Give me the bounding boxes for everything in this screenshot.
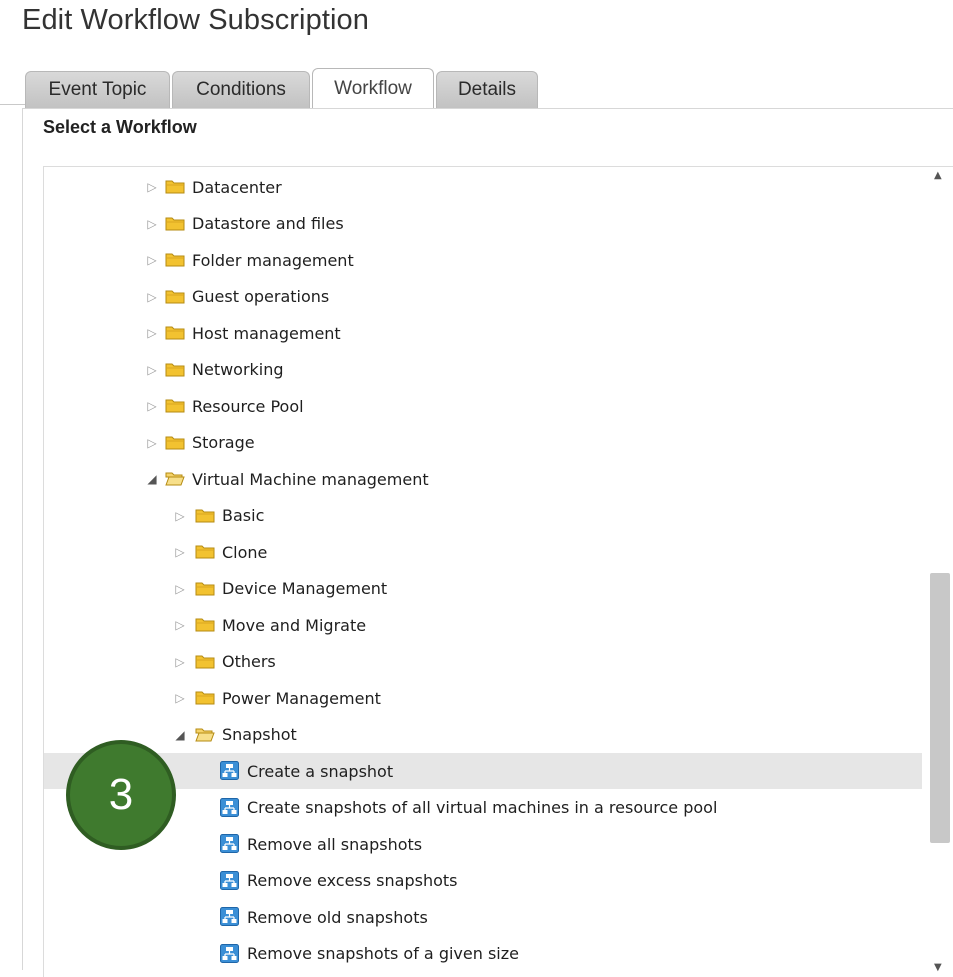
tree-folder-row[interactable]: ◢ Virtual Machine management bbox=[44, 461, 922, 497]
tree-folder-row[interactable]: ▷ Storage bbox=[44, 425, 922, 461]
tree-folder-row[interactable]: ▷ Folder management bbox=[44, 242, 922, 278]
collapsed-triangle-icon[interactable]: ▷ bbox=[174, 654, 186, 670]
tree-item-label: Power Management bbox=[222, 688, 381, 708]
workflow-icon bbox=[220, 797, 239, 817]
folder-icon bbox=[165, 178, 185, 194]
expanded-triangle-icon[interactable]: ◢ bbox=[146, 471, 158, 487]
tree-item-label: Folder management bbox=[192, 250, 354, 270]
tree-item-label: Datacenter bbox=[192, 177, 282, 197]
workflow-icon bbox=[220, 943, 239, 963]
tree-item-label: Networking bbox=[192, 360, 284, 379]
tree-workflow-row[interactable]: Remove snapshots of a given size bbox=[44, 936, 922, 972]
tab-details[interactable]: Details bbox=[436, 71, 538, 108]
tree-folder-row[interactable]: ▷ Power Management bbox=[44, 680, 922, 716]
folder-icon bbox=[195, 543, 215, 559]
workflow-icon bbox=[220, 834, 239, 853]
folder-icon bbox=[165, 470, 185, 486]
tree-workflow-row[interactable]: Remove old snapshots bbox=[44, 899, 922, 935]
collapsed-triangle-icon[interactable]: ▷ bbox=[146, 179, 158, 195]
tree-item-label: Others bbox=[222, 652, 276, 671]
tree-item-label: Remove excess snapshots bbox=[247, 871, 458, 890]
tree-folder-row[interactable]: ▷ Move and Migrate bbox=[44, 607, 922, 643]
tree-folder-row[interactable]: ▷ Basic bbox=[44, 498, 922, 534]
tree-folder-row[interactable]: ▷ Others bbox=[44, 644, 922, 680]
tree-item-label: Basic bbox=[222, 506, 265, 525]
folder-icon bbox=[195, 507, 215, 523]
vertical-scrollbar[interactable]: ▲ ▼ bbox=[924, 167, 953, 977]
collapsed-triangle-icon[interactable]: ▷ bbox=[174, 617, 186, 633]
divider bbox=[0, 104, 25, 105]
folder-icon bbox=[165, 215, 185, 231]
tree-item-label: Host management bbox=[192, 323, 341, 343]
folder-icon bbox=[195, 580, 215, 596]
tree-item-label: Remove snapshots of a given size bbox=[247, 944, 519, 963]
collapsed-triangle-icon[interactable]: ▷ bbox=[146, 398, 158, 414]
collapsed-triangle-icon[interactable]: ▷ bbox=[174, 690, 186, 706]
folder-icon bbox=[165, 251, 185, 267]
tree-item-label: Storage bbox=[192, 433, 255, 452]
folder-icon bbox=[195, 689, 215, 705]
step-number-badge: 3 bbox=[66, 740, 176, 850]
workflow-icon bbox=[220, 761, 239, 780]
tree-folder-row[interactable]: ▷ Host management bbox=[44, 315, 922, 351]
tree-item-label: Guest operations bbox=[192, 287, 330, 306]
workflow-panel: Select a Workflow ▷ Datacenter ▷ Datastore … bbox=[22, 108, 953, 977]
tab-conditions[interactable]: Conditions bbox=[172, 71, 310, 108]
section-label: Select a Workflow bbox=[43, 117, 197, 137]
workflow-tree-container: ▷ Datacenter ▷ Datastore and files ▷ Folder m… bbox=[43, 166, 953, 977]
folder-icon bbox=[195, 616, 215, 632]
scroll-up-icon[interactable]: ▲ bbox=[934, 170, 942, 181]
tree-folder-row[interactable]: ▷ Datacenter bbox=[44, 169, 922, 205]
folder-icon bbox=[195, 726, 215, 742]
collapsed-triangle-icon[interactable]: ▷ bbox=[146, 362, 158, 378]
tree-item-label: Snapshot bbox=[222, 725, 297, 744]
folder-icon bbox=[165, 324, 185, 340]
tree-folder-row[interactable]: ▷ Device Management bbox=[44, 571, 922, 607]
folder-icon bbox=[165, 434, 185, 450]
tree-item-label: Remove old snapshots bbox=[247, 907, 428, 927]
tree-workflow-row[interactable]: Remove all snapshots bbox=[44, 826, 922, 862]
scroll-down-icon[interactable]: ▼ bbox=[934, 962, 942, 973]
tree-folder-row[interactable]: ▷ Guest operations bbox=[44, 279, 922, 315]
tree-item-label: Resource Pool bbox=[192, 396, 304, 416]
tree-item-label: Create snapshots of all virtual machines… bbox=[247, 798, 718, 817]
collapsed-triangle-icon[interactable]: ▷ bbox=[174, 508, 186, 524]
tab-bar: Event Topic Conditions Workflow Details bbox=[25, 68, 540, 108]
folder-icon bbox=[165, 397, 185, 413]
tab-event-topic[interactable]: Event Topic bbox=[25, 71, 170, 108]
tree-folder-row[interactable]: ▷ Networking bbox=[44, 352, 922, 388]
workflow-icon bbox=[220, 907, 239, 926]
tree-folder-row[interactable]: ◢ Snapshot bbox=[44, 717, 922, 753]
tree-item-label: Move and Migrate bbox=[222, 615, 367, 635]
tree-item-label: Remove all snapshots bbox=[247, 834, 423, 854]
collapsed-triangle-icon[interactable]: ▷ bbox=[146, 289, 158, 305]
tree-item-label: Device Management bbox=[222, 579, 388, 598]
folder-icon bbox=[165, 288, 185, 304]
collapsed-triangle-icon[interactable]: ▷ bbox=[146, 435, 158, 451]
tree-item-label: Datastore and files bbox=[192, 214, 344, 233]
tree-item-label: Create a snapshot bbox=[247, 761, 394, 781]
tree-folder-row[interactable]: ▷ Datastore and files bbox=[44, 206, 922, 242]
collapsed-triangle-icon[interactable]: ▷ bbox=[174, 581, 186, 597]
expanded-triangle-icon[interactable]: ◢ bbox=[174, 727, 186, 743]
collapsed-triangle-icon[interactable]: ▷ bbox=[146, 252, 158, 268]
tree-folder-row[interactable]: ▷ Resource Pool bbox=[44, 388, 922, 424]
tree-workflow-row[interactable]: Remove excess snapshots bbox=[44, 863, 922, 899]
workflow-icon bbox=[220, 870, 239, 890]
collapsed-triangle-icon[interactable]: ▷ bbox=[146, 325, 158, 341]
collapsed-triangle-icon[interactable]: ▷ bbox=[174, 544, 186, 560]
tree-folder-row[interactable]: ▷ Clone bbox=[44, 534, 922, 570]
tree-item-label: Clone bbox=[222, 542, 268, 562]
tree-workflow-row[interactable]: Create a snapshot bbox=[44, 753, 922, 789]
folder-icon bbox=[195, 653, 215, 669]
tab-workflow[interactable]: Workflow bbox=[312, 68, 434, 108]
tree-item-label: Virtual Machine management bbox=[192, 469, 429, 489]
scrollbar-thumb[interactable] bbox=[930, 573, 950, 843]
page-title: Edit Workflow Subscription bbox=[22, 4, 369, 36]
folder-icon bbox=[165, 361, 185, 377]
collapsed-triangle-icon[interactable]: ▷ bbox=[146, 216, 158, 232]
